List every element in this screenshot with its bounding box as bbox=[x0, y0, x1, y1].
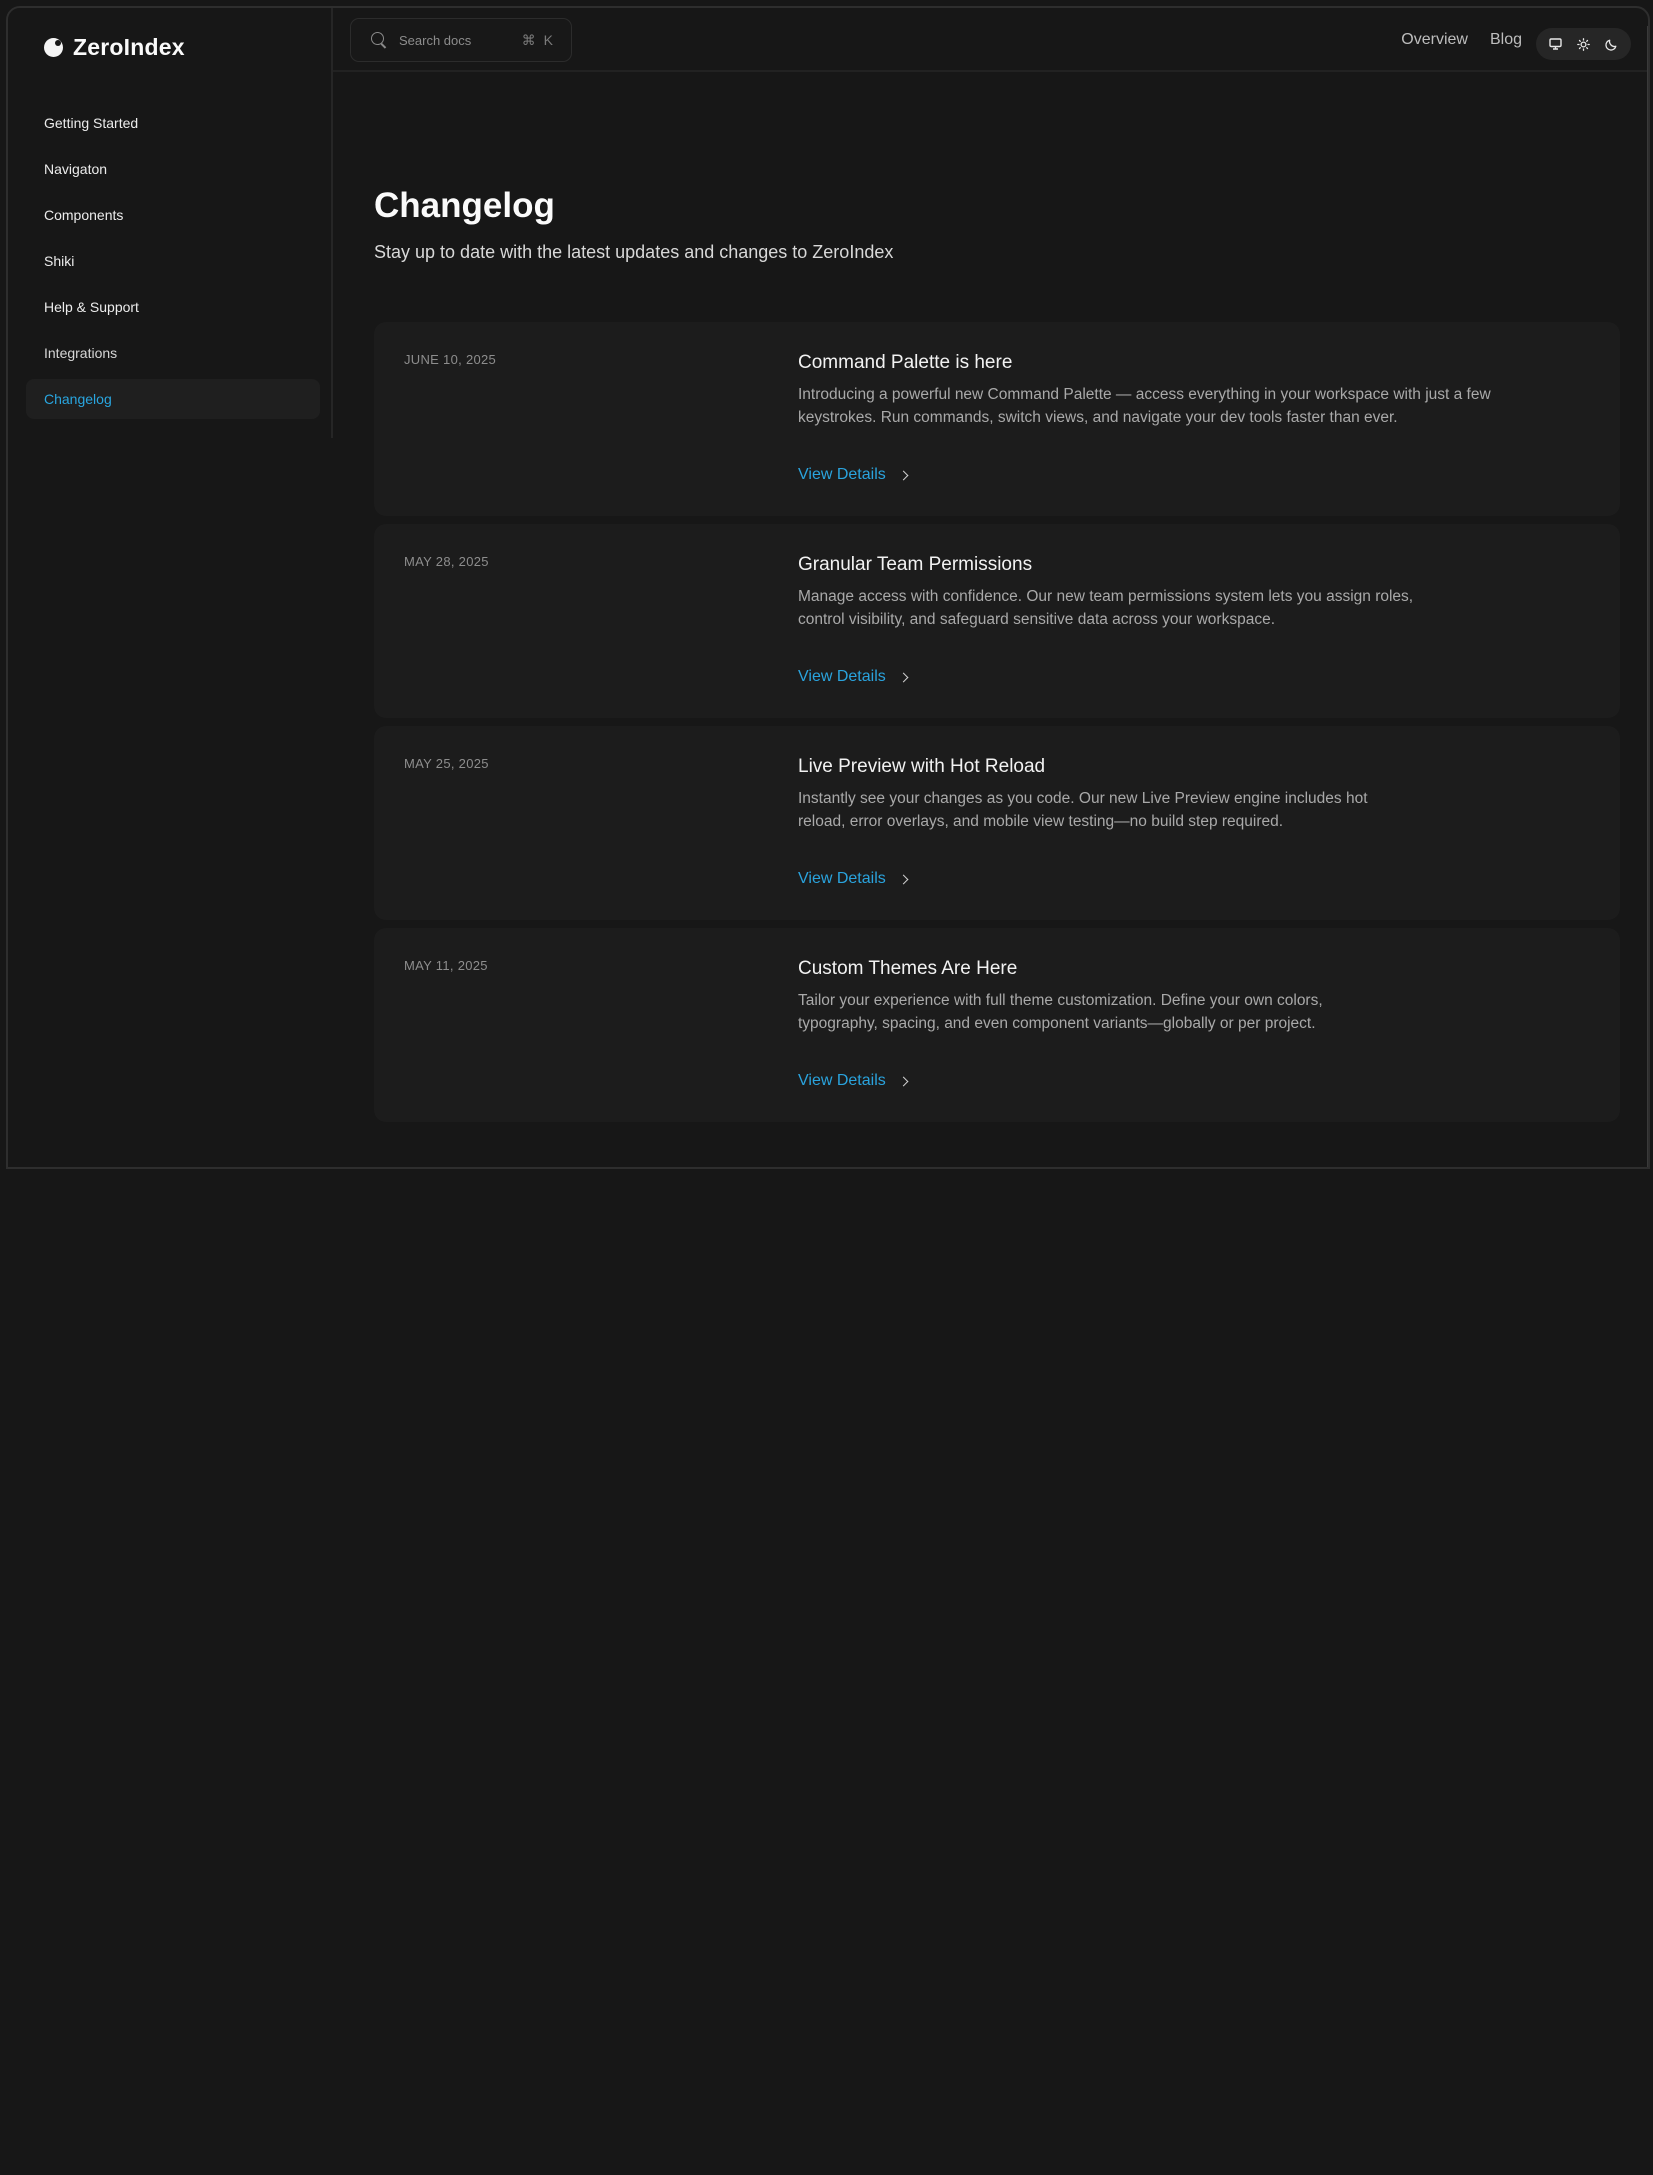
changelog-entry: MAY 25, 2025 Live Preview with Hot Reloa… bbox=[374, 726, 1620, 920]
changelog-entry: MAY 28, 2025 Granular Team Permissions M… bbox=[374, 524, 1620, 718]
search-icon bbox=[371, 32, 387, 48]
entry-date: JUNE 10, 2025 bbox=[404, 352, 497, 367]
view-details-label: View Details bbox=[798, 668, 886, 685]
entry-title: Command Palette is here bbox=[798, 352, 1013, 373]
theme-toggle bbox=[1536, 28, 1631, 60]
top-nav: Overview Blog bbox=[1401, 8, 1522, 72]
chevron-right-icon bbox=[898, 1076, 909, 1086]
view-details-label: View Details bbox=[798, 466, 886, 483]
search-shortcut: ⌘ K bbox=[521, 31, 555, 48]
view-details-label: View Details bbox=[798, 1072, 886, 1089]
entry-title: Custom Themes Are Here bbox=[798, 958, 1018, 979]
entry-description: Manage access with confidence. Our new t… bbox=[798, 588, 1414, 628]
brand-name: ZeroIndex bbox=[73, 33, 185, 60]
sidebar-item-licensing[interactable]: Licensing bbox=[26, 425, 320, 438]
sidebar: ZeroIndex Getting Started Navigaton Comp… bbox=[8, 8, 333, 438]
chevron-right-icon bbox=[898, 672, 909, 682]
sidebar-item-help-support[interactable]: Help & Support bbox=[26, 287, 320, 327]
sidebar-item-navigation[interactable]: Navigaton bbox=[26, 149, 320, 189]
blog-link[interactable]: Blog bbox=[1490, 31, 1522, 49]
monitor-icon[interactable] bbox=[1543, 31, 1569, 57]
search-input[interactable]: Search docs ⌘ K bbox=[350, 18, 572, 62]
view-details-link[interactable]: View Details bbox=[798, 1072, 909, 1090]
view-details-link[interactable]: View Details bbox=[798, 466, 909, 484]
entry-title: Live Preview with Hot Reload bbox=[798, 756, 1046, 777]
page-frame: ZeroIndex Getting Started Navigaton Comp… bbox=[0, 0, 1653, 2175]
changelog-entry: MAY 11, 2025 Custom Themes Are Here Tail… bbox=[374, 928, 1620, 1122]
moon-icon[interactable] bbox=[1598, 31, 1624, 57]
view-details-link[interactable]: View Details bbox=[798, 870, 909, 888]
sidebar-item-changelog[interactable]: Changelog bbox=[26, 379, 320, 419]
entry-description: Tailor your experience with full theme c… bbox=[798, 992, 1323, 1032]
sun-icon[interactable] bbox=[1570, 31, 1596, 57]
entry-date: MAY 11, 2025 bbox=[404, 958, 488, 973]
page-subtitle: Stay up to date with the latest updates … bbox=[374, 242, 894, 262]
sidebar-item-getting-started[interactable]: Getting Started bbox=[26, 103, 320, 143]
page-title: Changelog bbox=[374, 186, 555, 225]
scrollbar[interactable] bbox=[1647, 26, 1648, 1167]
brand[interactable]: ZeroIndex bbox=[44, 30, 185, 64]
changelog-entry: JUNE 10, 2025 Command Palette is here In… bbox=[374, 322, 1620, 516]
changelog-list: JUNE 10, 2025 Command Palette is here In… bbox=[374, 322, 1620, 1130]
search-placeholder: Search docs bbox=[399, 32, 472, 48]
logo-icon bbox=[44, 37, 63, 57]
chevron-right-icon bbox=[898, 874, 909, 884]
view-details-label: View Details bbox=[798, 870, 886, 887]
entry-title: Granular Team Permissions bbox=[798, 554, 1033, 575]
sidebar-item-components[interactable]: Components bbox=[26, 195, 320, 235]
app-window: ZeroIndex Getting Started Navigaton Comp… bbox=[6, 6, 1650, 1169]
entry-description: Instantly see your changes as you code. … bbox=[798, 790, 1368, 830]
top-bar: Search docs ⌘ K Overview Blog bbox=[333, 8, 1648, 72]
sidebar-item-integrations[interactable]: Integrations bbox=[26, 333, 320, 373]
view-details-link[interactable]: View Details bbox=[798, 668, 909, 686]
overview-link[interactable]: Overview bbox=[1401, 31, 1468, 49]
sidebar-item-shiki[interactable]: Shiki bbox=[26, 241, 320, 281]
entry-description: Introducing a powerful new Command Palet… bbox=[798, 386, 1491, 426]
chevron-right-icon bbox=[898, 470, 909, 480]
sidebar-nav: Getting Started Navigaton Components Shi… bbox=[26, 103, 320, 438]
entry-date: MAY 25, 2025 bbox=[404, 756, 489, 771]
entry-date: MAY 28, 2025 bbox=[404, 554, 489, 569]
